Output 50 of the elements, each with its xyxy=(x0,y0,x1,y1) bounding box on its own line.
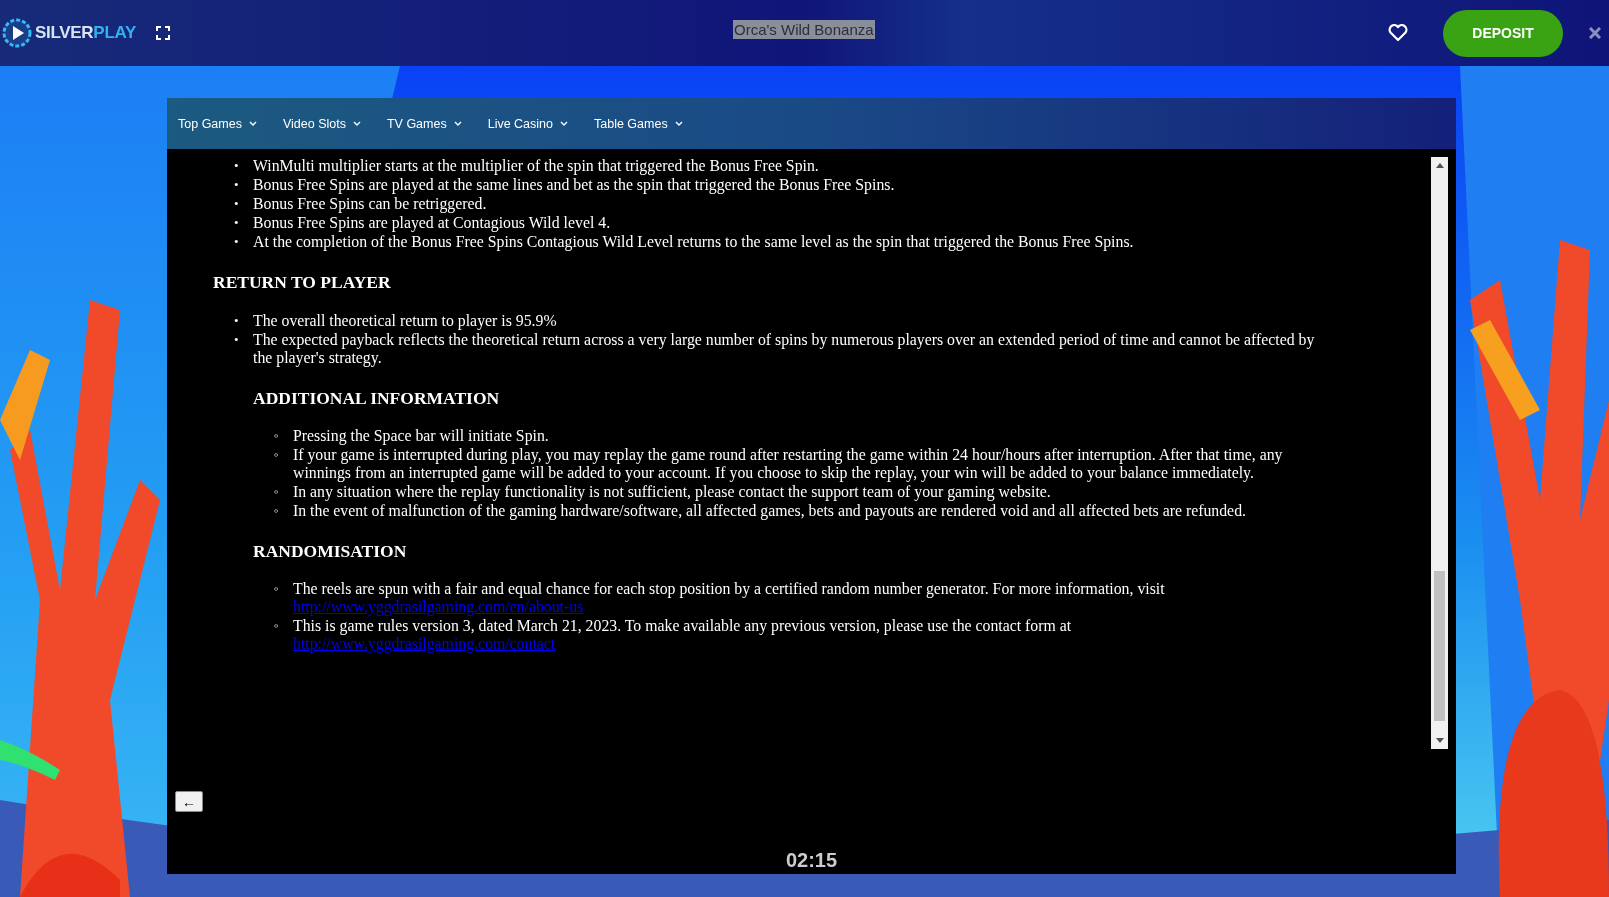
rule-item: If your game is interrupted during play, you may replay the game round after restarting the game within 24 hour/hours after interruption. After that time, any winnings from an interrupted game will be added to your account. If you choose to skip the replay, your win will be added to your balance immediately. xyxy=(293,446,1284,483)
list-bullet: ◦ xyxy=(274,427,280,445)
scrollbar-thumb[interactable] xyxy=(1434,571,1445,721)
list-bullet: ◦ xyxy=(274,483,280,501)
section-heading: ADDITIONAL INFORMATION xyxy=(253,388,501,409)
rule-item: The expected payback reflects the theoretical return across a very large number of spins by numerous players over an extended period of time and cannot be affected by the player's strategy. xyxy=(253,331,1316,368)
list-bullet: ◦ xyxy=(274,446,280,464)
list-bullet: • xyxy=(234,195,240,213)
rule-item: Bonus Free Spins can be retriggered. xyxy=(253,195,488,214)
back-button[interactable]: ← xyxy=(175,791,203,812)
rule-item: In any situation where the replay functionality is not sufficient, please contact the support team of your gaming website. xyxy=(293,483,1052,502)
list-bullet: ◦ xyxy=(274,617,280,635)
scrollbar[interactable] xyxy=(1431,157,1448,749)
rule-item: At the completion of the Bonus Free Spins Contagious Wild Level returns to the same level as the spin that triggered the Bonus Free Spins. xyxy=(253,233,1135,252)
list-bullet: • xyxy=(234,214,240,232)
nav-menu[interactable]: Video Slots xyxy=(282,116,387,131)
timer: 02:15 xyxy=(785,849,838,872)
up-arrow-icon[interactable] xyxy=(1435,162,1444,168)
list-bullet: • xyxy=(234,176,240,194)
game-title: Orca's Wild Bonanza xyxy=(733,20,875,39)
rule-item: Pressing the Space bar will initiate Spin. xyxy=(293,427,550,446)
chevron-icon xyxy=(352,121,361,126)
heart-icon[interactable] xyxy=(1388,24,1408,42)
section-heading: RANDOMISATION xyxy=(253,541,408,562)
chevron-icon xyxy=(560,121,568,126)
list-bullet: • xyxy=(234,157,240,175)
nav-menu[interactable]: TV Games xyxy=(386,116,488,131)
play-logo-icon xyxy=(2,18,32,48)
rule-item: Bonus Free Spins are played at the same lines and bet as the spin that triggered the Bonus Free Spins. xyxy=(253,176,896,195)
chevron-icon xyxy=(453,121,462,126)
list-bullet: • xyxy=(234,312,240,330)
rule-item: WinMulti multiplier starts at the multiplier of the spin that triggered the Bonus Free Spin. xyxy=(253,157,820,176)
list-bullet: • xyxy=(234,233,240,251)
down-arrow-icon[interactable] xyxy=(1435,738,1444,744)
rule-item: The overall theoretical return to player is 95.9% xyxy=(253,312,558,331)
list-bullet: ◦ xyxy=(274,502,280,520)
chevron-icon xyxy=(674,121,683,126)
fullscreen-icon[interactable] xyxy=(155,26,170,40)
nav-menu[interactable]: Top Games xyxy=(178,116,283,131)
rule-item: Bonus Free Spins are played at Contagious Wild level 4. xyxy=(253,214,612,233)
nav-menu[interactable]: Table Games xyxy=(594,116,709,131)
nav-menu[interactable]: Live Casino xyxy=(487,116,594,131)
rule-item: This is game rules version 3, dated March 21, 2023. To make available any previous version, please use the contact form at http://www.yggdrasilgaming.com/contact xyxy=(293,617,1073,654)
rule-item: The reels are spun with a fair and equal chance for each stop position by a certified random number generator. For more information, visit http://www.yggdrasilgaming.com/en/about-us xyxy=(293,580,1166,617)
list-bullet: • xyxy=(234,331,240,349)
chevron-icon xyxy=(248,121,257,126)
list-bullet: ◦ xyxy=(274,580,280,598)
logo-text: SILVERPLAY xyxy=(35,23,136,43)
rule-item: In the event of malfunction of the gaming hardware/software, all affected games, bets and payouts are rendered void and all affected bets are refunded. xyxy=(293,502,1247,521)
section-heading: RETURN TO PLAYER xyxy=(213,272,392,293)
